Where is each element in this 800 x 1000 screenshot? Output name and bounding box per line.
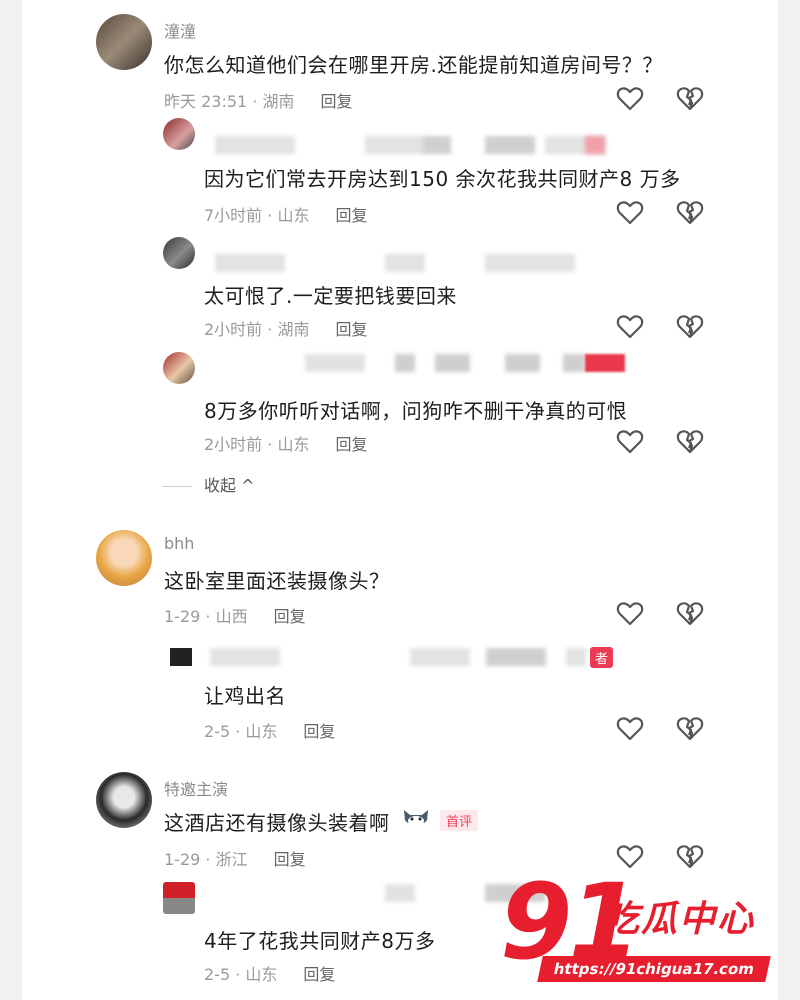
reply-meta: 7小时前 · 山东 回复 <box>204 202 367 226</box>
left-margin <box>0 0 22 1000</box>
reply-avatar[interactable] <box>163 882 195 914</box>
reply-button[interactable]: 回复 <box>335 320 367 339</box>
reply-text: 4年了花我共同财产8万多 <box>204 929 436 953</box>
avatar[interactable] <box>96 14 152 70</box>
dislike-broken-heart-icon[interactable] <box>676 200 704 226</box>
reply-time-location: 2小时前 · 山东 <box>204 435 310 454</box>
first-comment-tag: 首评 <box>440 810 479 831</box>
like-heart-icon[interactable] <box>616 429 644 455</box>
dislike-broken-heart-icon[interactable] <box>676 716 704 742</box>
reply-meta: 2-5 · 山东 回复 <box>204 961 335 985</box>
blurred-username <box>205 252 625 274</box>
username[interactable]: bhh <box>164 534 194 553</box>
dislike-broken-heart-icon[interactable] <box>676 429 704 455</box>
like-heart-icon[interactable] <box>616 86 644 112</box>
reply-avatar[interactable] <box>163 352 195 384</box>
right-margin <box>778 0 800 1000</box>
reply-time-location: 2-5 · 山东 <box>204 722 278 741</box>
blurred-username <box>205 352 645 374</box>
reply-time-location: 2小时前 · 湖南 <box>204 320 310 339</box>
blurred-username <box>170 646 610 668</box>
comment-time-location: 1-29 · 山西 <box>164 607 248 626</box>
reply-time-location: 7小时前 · 山东 <box>204 206 310 225</box>
watermark-name: 吃瓜中心 <box>603 899 756 940</box>
reply-button[interactable]: 回复 <box>274 850 306 869</box>
comment-time-location: 1-29 · 浙江 <box>164 850 248 869</box>
collapse-replies-button[interactable]: 收起 ^ <box>162 472 255 496</box>
reply-button[interactable]: 回复 <box>303 722 335 741</box>
reply-button[interactable]: 回复 <box>320 92 352 111</box>
comment-time-location: 昨天 23:51 · 湖南 <box>164 92 295 111</box>
author-tag: 者 <box>590 647 614 668</box>
like-heart-icon[interactable] <box>616 716 644 742</box>
reply-text: 让鸡出名 <box>204 684 286 708</box>
avatar[interactable] <box>96 530 152 586</box>
reply-meta: 2-5 · 山东 回复 <box>204 718 335 742</box>
reply-text: 因为它们常去开房达到150 余次花我共同财产8 万多 <box>204 167 681 191</box>
reply-text: 8万多你听听对话啊，问狗咋不删干净真的可恨 <box>204 399 628 423</box>
reply-text: 太可恨了.一定要把钱要回来 <box>204 284 457 308</box>
comment-meta: 昨天 23:51 · 湖南 回复 <box>164 88 352 112</box>
reply-meta: 2小时前 · 湖南 回复 <box>204 316 367 340</box>
blurred-username <box>205 134 625 156</box>
like-heart-icon[interactable] <box>616 314 644 340</box>
like-heart-icon[interactable] <box>616 601 644 627</box>
reply-button[interactable]: 回复 <box>274 607 306 626</box>
dislike-broken-heart-icon[interactable] <box>676 844 704 870</box>
dislike-broken-heart-icon[interactable] <box>676 314 704 340</box>
username[interactable]: 特邀主演 <box>164 776 228 800</box>
avatar[interactable] <box>96 772 152 828</box>
comment-text: 你怎么知道他们会在哪里开房.还能提前知道房间号？？ <box>164 53 663 77</box>
divider <box>162 486 192 487</box>
dislike-broken-heart-icon[interactable] <box>676 601 704 627</box>
dislike-broken-heart-icon[interactable] <box>676 86 704 112</box>
comment-text: 这酒店还有摄像头装着啊 <box>164 811 390 835</box>
cat-emoji-icon <box>404 810 428 826</box>
reply-button[interactable]: 回复 <box>303 965 335 984</box>
reply-button[interactable]: 回复 <box>335 435 367 454</box>
watermark-url: https://91chigua17.com <box>537 956 771 982</box>
comment-text: 这卧室里面还装摄像头？ <box>164 569 390 593</box>
comment-meta: 1-29 · 浙江 回复 <box>164 846 306 870</box>
reply-meta: 2小时前 · 山东 回复 <box>204 431 367 455</box>
username[interactable]: 潼潼 <box>164 18 196 42</box>
site-watermark-logo: 91 吃瓜中心 https://91chigua17.com <box>500 870 790 995</box>
like-heart-icon[interactable] <box>616 200 644 226</box>
reply-avatar[interactable] <box>163 237 195 269</box>
comment-meta: 1-29 · 山西 回复 <box>164 603 306 627</box>
reply-time-location: 2-5 · 山东 <box>204 965 278 984</box>
blurred-username <box>205 882 545 904</box>
reply-avatar[interactable] <box>163 118 195 150</box>
reply-button[interactable]: 回复 <box>335 206 367 225</box>
collapse-label: 收起 ^ <box>204 476 255 495</box>
